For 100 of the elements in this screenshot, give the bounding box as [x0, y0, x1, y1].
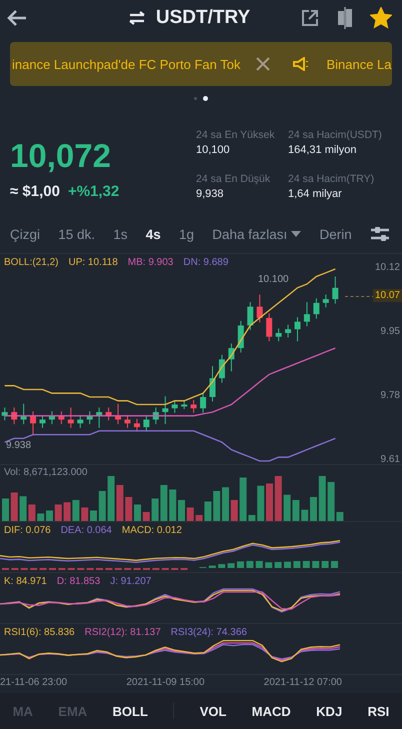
volume-bar: [266, 484, 273, 521]
legend-text: RSI1(6): 85.836: [4, 627, 75, 638]
low-marker: 9.938: [6, 440, 32, 451]
back-icon[interactable]: [6, 9, 28, 27]
falling-candle: [256, 294, 263, 323]
indicator-tab[interactable]: KDJ: [316, 704, 342, 718]
volume-bar: [54, 504, 62, 521]
megaphone-icon: [292, 57, 310, 71]
time-label: 2021-11-12 07:00: [264, 677, 342, 690]
axis-label: 10.12: [374, 262, 400, 273]
rising-candle: [40, 414, 46, 428]
indicator-tab[interactable]: RSI: [368, 704, 390, 718]
interval-tab[interactable]: Derin: [319, 226, 352, 242]
legend-text: Vol: 8,671,123.000: [4, 467, 88, 478]
rising-candle: [210, 366, 216, 402]
legend-text: DEA: 0.064: [60, 525, 112, 536]
volume-bar: [134, 504, 141, 521]
rising-candle: [228, 343, 234, 372]
stat-value: 1,64 milyar: [288, 188, 343, 200]
rising-candle: [20, 403, 27, 425]
histogram-bar: [322, 561, 329, 568]
indicator-tab[interactable]: BOLL: [112, 704, 148, 718]
announcement-banner[interactable]: inance Launchpad'de FC Porto Fan Tok Binance La: [10, 42, 392, 86]
volume-bar: [274, 476, 282, 521]
volume-bar: [98, 491, 106, 521]
volume-bar: [142, 512, 150, 521]
usd-price: ≈ $1,00: [10, 183, 60, 200]
announcement-text: inance Launchpad'de FC Porto Fan Tok: [12, 56, 240, 72]
falling-candle: [266, 312, 272, 342]
time-label: 21-11-06 23:00: [0, 677, 68, 690]
falling-candle: [115, 403, 122, 425]
close-icon[interactable]: [256, 57, 270, 71]
page-dot[interactable]: [194, 96, 197, 100]
histogram-bar: [293, 561, 300, 568]
histogram-bar: [265, 562, 272, 568]
pair-title: USDT/TRY: [156, 7, 250, 29]
legend-text: K: 84.971: [4, 576, 47, 587]
falling-candle: [190, 400, 197, 414]
legend-text: D: 81.853: [56, 576, 100, 587]
share-icon[interactable]: [300, 8, 320, 28]
rising-candle: [162, 396, 168, 425]
histogram-bar: [302, 561, 310, 568]
settings-icon[interactable]: [370, 225, 390, 243]
histogram-bar: [228, 563, 235, 568]
rising-candle: [238, 320, 244, 354]
indicator-tab[interactable]: MACD: [252, 704, 291, 718]
interval-tab[interactable]: 1g: [178, 226, 194, 242]
stat-label: 24 sa En Düşük: [196, 172, 272, 184]
volume-bar: [178, 500, 185, 521]
interval-tab[interactable]: 1s: [113, 226, 128, 242]
rising-candle: [294, 316, 300, 342]
star-icon[interactable]: [370, 7, 392, 29]
axis-label: 9.61: [380, 454, 400, 465]
legend-text: RSI3(24): 74.366: [170, 627, 247, 638]
high-marker: 10.100: [256, 274, 291, 285]
rising-candle: [96, 407, 102, 428]
volume-bar: [81, 508, 88, 521]
falling-candle: [68, 407, 74, 428]
falling-candle: [124, 414, 130, 428]
rising-candle: [285, 324, 292, 338]
indicator-tab[interactable]: VOL: [200, 704, 226, 718]
rising-candle: [304, 302, 310, 327]
legend-text: DIF: 0.076: [4, 525, 51, 536]
histogram-bar: [208, 566, 216, 568]
legend-text: RSI2(12): 81.137: [84, 627, 161, 638]
more-dropdown[interactable]: Daha fazlası: [212, 226, 302, 242]
legend-text: UP: 10.118: [68, 257, 118, 268]
interval-tab[interactable]: 4s: [146, 226, 161, 242]
histogram-bar: [218, 564, 226, 568]
volume-bar: [310, 497, 317, 521]
current-price-tag: 10.07: [372, 289, 402, 302]
rising-candle: [181, 400, 188, 410]
stat-value: 164,31 milyon: [288, 144, 358, 156]
rising-candle: [48, 410, 55, 425]
stat-value: 10,100: [196, 144, 231, 156]
volume-bar: [10, 492, 18, 521]
interval-tab[interactable]: Çizgi: [10, 226, 40, 242]
volume-bar: [2, 498, 9, 521]
histogram-bar: [274, 562, 282, 568]
stat-label: 24 sa Hacim(USDT): [288, 129, 383, 141]
interval-tab[interactable]: 15 dk.: [58, 226, 96, 242]
volume-bar: [318, 476, 326, 521]
volume-bar: [301, 510, 308, 521]
volume-bar: [90, 510, 97, 521]
legend-text: MB: 9.903: [128, 257, 174, 268]
page-dot[interactable]: [203, 96, 208, 100]
rising-candle: [247, 302, 254, 330]
volume-bar: [37, 514, 44, 521]
rising-candle: [172, 400, 178, 414]
rising-candle: [86, 410, 93, 425]
rising-candle: [143, 414, 150, 432]
swap-icon[interactable]: [128, 11, 146, 25]
histogram-bar: [284, 562, 291, 568]
legend-text: BOLL:(21,2): [4, 257, 58, 268]
candle-icon[interactable]: [336, 7, 354, 29]
rising-candle: [322, 294, 329, 308]
last-price: 10,072: [10, 137, 112, 175]
rising-candle: [200, 392, 206, 414]
rising-candle: [313, 298, 320, 320]
rising-candle: [218, 354, 225, 384]
